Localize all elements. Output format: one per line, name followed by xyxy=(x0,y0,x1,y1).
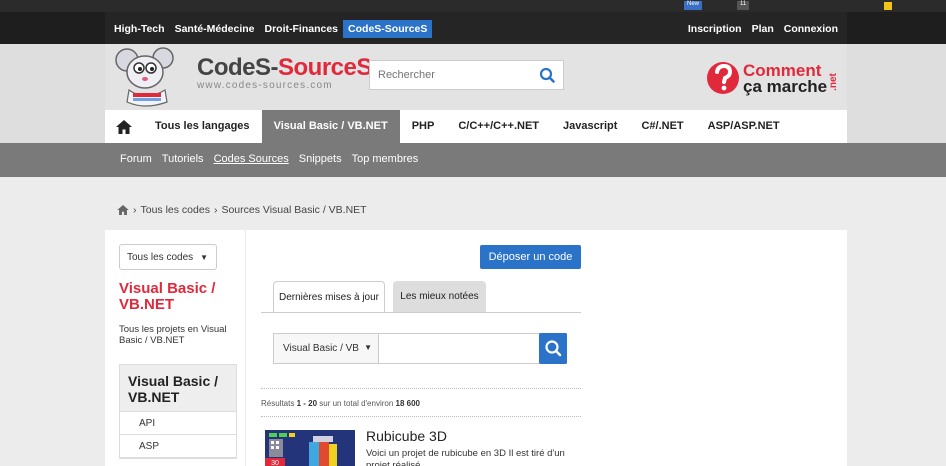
network-link-codes-sources[interactable]: CodeS-SourceS xyxy=(343,20,433,38)
site-logo-title[interactable]: CodeS-SourceS xyxy=(197,54,372,82)
network-link-sante-medecine[interactable]: Santé-Médecine xyxy=(170,20,260,38)
section-subnav: Forum Tutoriels Codes Sources Snippets T… xyxy=(0,143,946,177)
site-search xyxy=(369,60,564,90)
subcategory-box: Visual Basic / VB.NET API ASP xyxy=(119,364,237,459)
language-nav: Tous les langages Visual Basic / VB.NET … xyxy=(0,110,946,143)
category-title: Visual Basic / VB.NET xyxy=(119,280,216,313)
site-header: CodeS-SourceS www.codes-sources.com Comm… xyxy=(0,44,946,110)
sidebar: Tous les codes ▼ Visual Basic / VB.NET T… xyxy=(105,230,245,466)
rating-badge: 30 xyxy=(271,460,279,466)
mascot-mouse-logo[interactable] xyxy=(107,46,185,108)
comment-ca-marche-logo[interactable]: Comment ça marche .net xyxy=(705,58,845,98)
divider xyxy=(261,416,581,417)
extension-icon[interactable] xyxy=(884,2,892,10)
breadcrumb-current: Sources Visual Basic / VB.NET xyxy=(221,204,367,216)
new-badge: New xyxy=(684,1,703,10)
subnav-top-membres[interactable]: Top membres xyxy=(352,153,419,165)
home-icon xyxy=(116,119,132,134)
nav-csharp[interactable]: C#/.NET xyxy=(629,110,695,143)
results-prefix: Résultats xyxy=(261,399,297,408)
results-count: Résultats 1 - 20 sur un total d'environ … xyxy=(261,399,420,408)
category-description: Tous les projets en Visual Basic / VB.NE… xyxy=(119,324,227,346)
breadcrumb-tous-les-codes[interactable]: Tous les codes xyxy=(141,204,210,216)
breadcrumb-separator: › xyxy=(133,204,137,216)
subnav-snippets[interactable]: Snippets xyxy=(299,153,342,165)
results-range: 1 - 20 xyxy=(296,399,318,408)
subnav-forum[interactable]: Forum xyxy=(120,153,152,165)
deposer-code-button[interactable]: Déposer un code xyxy=(480,245,581,269)
home-button[interactable] xyxy=(105,110,143,143)
nav-visual-basic[interactable]: Visual Basic / VB.NET xyxy=(261,110,400,143)
code-item-description: Voici un projet de rubicube en 3D Il est… xyxy=(366,448,565,466)
search-icon[interactable] xyxy=(539,67,555,83)
network-link-droit-finances[interactable]: Droit-Finances xyxy=(260,20,344,38)
breadcrumb-separator: › xyxy=(213,204,218,216)
filter-search-button[interactable] xyxy=(539,333,567,364)
tab-dernieres-mises-a-jour[interactable]: Dernières mises à jour xyxy=(273,281,385,312)
nav-asp[interactable]: ASP/ASP.NET xyxy=(696,110,792,143)
logo-text-part2: SourceS xyxy=(278,54,372,81)
right-sidebar xyxy=(595,230,847,466)
breadcrumb: › Tous les codes › Sources Visual Basic … xyxy=(117,204,367,216)
tab-divider xyxy=(261,312,581,313)
breadcrumb-home-icon[interactable] xyxy=(117,205,129,215)
subcategory-item-api[interactable]: API xyxy=(120,412,236,435)
connexion-link[interactable]: Connexion xyxy=(779,20,843,38)
results-total: 18 600 xyxy=(395,399,420,408)
subnav-tutoriels[interactable]: Tutoriels xyxy=(162,153,204,165)
results-mid: sur un total d'environ xyxy=(317,399,396,408)
ccm-logo-text-line2: ça marche xyxy=(743,77,827,96)
dropdown-arrow-icon: ▼ xyxy=(200,253,208,262)
logo-url: www.codes-sources.com xyxy=(197,80,333,91)
subcategory-item-asp[interactable]: ASP xyxy=(120,435,236,458)
tab-les-mieux-notees[interactable]: Les mieux notées xyxy=(393,281,486,312)
divider xyxy=(261,388,581,389)
nav-php[interactable]: PHP xyxy=(400,110,447,143)
subnav-codes-sources[interactable]: Codes Sources xyxy=(214,153,289,165)
code-filter: Visual Basic / VB ▼ xyxy=(273,333,567,364)
inscription-link[interactable]: Inscription xyxy=(683,20,747,38)
browser-top-strip: New 11 xyxy=(0,0,946,12)
search-icon xyxy=(545,340,562,357)
nav-javascript[interactable]: Javascript xyxy=(551,110,629,143)
plan-link[interactable]: Plan xyxy=(747,20,779,38)
language-filter-select[interactable]: Visual Basic / VB ▼ xyxy=(274,334,379,363)
code-type-select-value: Tous les codes xyxy=(127,252,194,263)
language-filter-value: Visual Basic / VB xyxy=(283,343,359,354)
subcategory-box-title: Visual Basic / VB.NET xyxy=(120,365,236,412)
network-link-high-tech[interactable]: High-Tech xyxy=(109,20,170,38)
search-input[interactable] xyxy=(370,61,530,89)
network-links: High-Tech Santé-Médecine Droit-Finances … xyxy=(109,20,433,38)
code-type-select[interactable]: Tous les codes ▼ xyxy=(119,244,217,270)
code-item-title[interactable]: Rubicube 3D xyxy=(366,428,447,444)
count-badge: 11 xyxy=(737,1,750,10)
nav-c-cpp[interactable]: C/C++/C++.NET xyxy=(446,110,551,143)
network-bar: High-Tech Santé-Médecine Droit-Finances … xyxy=(0,12,946,44)
code-thumbnail[interactable]: 30 xyxy=(265,430,355,466)
main-content: Déposer un code Dernières mises à jour L… xyxy=(246,230,595,466)
rubicube-thumbnail-image: 30 xyxy=(265,430,355,466)
dropdown-arrow-icon: ▼ xyxy=(364,343,372,352)
account-links: Inscription Plan Connexion xyxy=(683,20,843,38)
ccm-logo-net: .net xyxy=(828,72,839,90)
logo-text-part1: CodeS- xyxy=(197,54,279,81)
nav-tous-les-langages[interactable]: Tous les langages xyxy=(143,110,262,143)
